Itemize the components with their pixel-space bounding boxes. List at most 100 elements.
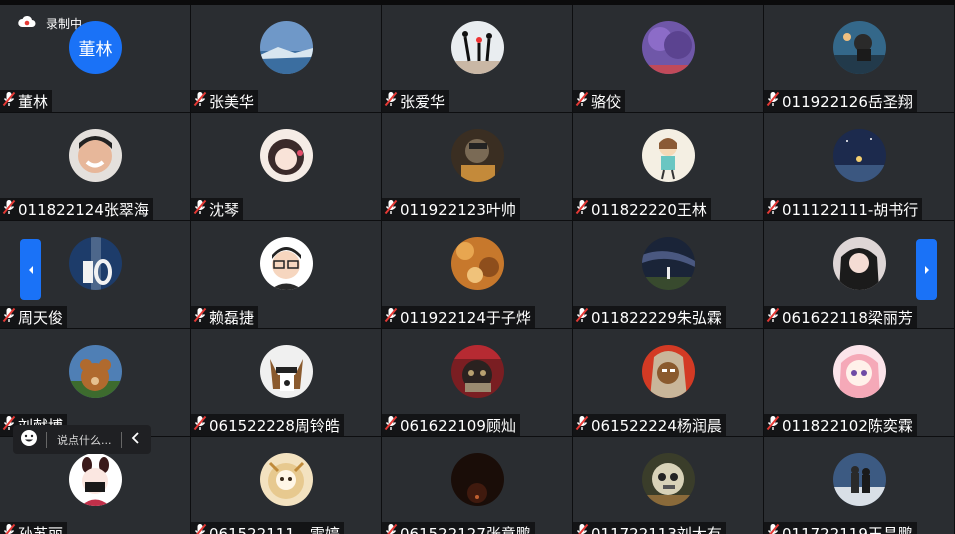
meeting-stage: 董林 董林 张美华 张爱华 骆佼 011922126岳圣翔 011822124张翠海 沈琴 01…: [0, 0, 955, 534]
mic-muted-icon: [384, 307, 400, 327]
participant-tile[interactable]: 011922124于子烨: [382, 221, 572, 328]
chevron-left-icon: [28, 265, 33, 274]
avatar-text: 董林: [78, 40, 113, 60]
participant-tile[interactable]: 刘献博: [0, 329, 190, 436]
avatar: [260, 237, 313, 290]
mic-muted-icon: [193, 307, 209, 327]
participant-name-tag: 赖磊捷: [191, 306, 259, 328]
avatar: [451, 453, 504, 506]
avatar: [642, 129, 695, 182]
chevron-left-icon[interactable]: [122, 430, 144, 450]
mic-muted-icon: [766, 91, 782, 111]
participant-name-tag: 011722113刘大有: [573, 522, 726, 534]
participant-name-tag: 张爱华: [382, 90, 450, 112]
avatar: [642, 237, 695, 290]
participant-name: 011922123叶帅: [400, 200, 516, 219]
participant-name: 董林: [18, 92, 49, 111]
participant-name: 孙苏丽: [18, 524, 64, 534]
participant-name-tag: 061522228周铃皓: [191, 414, 344, 436]
participant-tile[interactable]: 011822102陈奕霖: [764, 329, 954, 436]
chevron-right-icon: [924, 265, 929, 274]
participant-name-tag: 061522127张意鹏: [382, 522, 535, 534]
participant-tile[interactable]: 赖磊捷: [191, 221, 381, 328]
participant-name: 061522111—雷婷: [209, 524, 340, 534]
mic-muted-icon: [575, 523, 591, 534]
participant-name: 赖磊捷: [209, 308, 255, 327]
participant-tile[interactable]: 011822220王林: [573, 113, 763, 220]
participant-name-tag: 董林: [0, 90, 53, 112]
participant-name: 011722113刘大有: [591, 524, 722, 534]
participant-tile[interactable]: 061522111—雷婷: [191, 437, 381, 534]
participant-tile[interactable]: 骆佼: [573, 5, 763, 112]
participant-name-tag: 011922124于子烨: [382, 306, 535, 328]
participant-name: 011922126岳圣翔: [782, 92, 913, 111]
participant-name: 011822124张翠海: [18, 200, 149, 219]
avatar: [642, 453, 695, 506]
participant-tile[interactable]: 011722119王昌鹏: [764, 437, 954, 534]
participant-name: 011122111-胡书行: [782, 200, 919, 219]
participant-name: 张美华: [209, 92, 255, 111]
participant-tile[interactable]: 沈琴: [191, 113, 381, 220]
participant-tile[interactable]: 011722113刘大有: [573, 437, 763, 534]
participant-tile[interactable]: 011822229朱弘霖: [573, 221, 763, 328]
participant-tile[interactable]: 011822124张翠海: [0, 113, 190, 220]
avatar: [69, 345, 122, 398]
avatar: [260, 345, 313, 398]
mic-muted-icon: [384, 523, 400, 534]
mic-muted-icon: [193, 199, 209, 219]
participant-name: 张爱华: [400, 92, 446, 111]
mic-muted-icon: [2, 523, 18, 534]
participant-name: 011922124于子烨: [400, 308, 531, 327]
avatar: [833, 453, 886, 506]
avatar: [451, 237, 504, 290]
emoji-icon[interactable]: [13, 429, 46, 451]
participant-name-tag: 011822229朱弘霖: [573, 306, 726, 328]
mic-muted-icon: [2, 199, 18, 219]
recording-indicator: 录制中: [18, 14, 82, 33]
next-page-button[interactable]: [916, 239, 937, 300]
participant-tile[interactable]: 061522127张意鹏: [382, 437, 572, 534]
participant-tile[interactable]: 061522228周铃皓: [191, 329, 381, 436]
avatar: [260, 453, 313, 506]
participant-name: 011822229朱弘霖: [591, 308, 722, 327]
participant-name: 061622109顾灿: [400, 416, 516, 435]
mic-muted-icon: [575, 415, 591, 435]
participant-tile[interactable]: 011922123叶帅: [382, 113, 572, 220]
participant-name: 011822102陈奕霖: [782, 416, 913, 435]
mic-muted-icon: [766, 307, 782, 327]
participant-name: 061522127张意鹏: [400, 524, 531, 534]
participant-tile[interactable]: 张美华: [191, 5, 381, 112]
participant-tile[interactable]: 061522224杨润晨: [573, 329, 763, 436]
participant-name-tag: 011822124张翠海: [0, 198, 153, 220]
mic-muted-icon: [575, 307, 591, 327]
participant-tile[interactable]: 张爱华: [382, 5, 572, 112]
mic-muted-icon: [575, 91, 591, 111]
chat-input[interactable]: 说点什么...: [57, 432, 121, 448]
chat-divider: [46, 431, 47, 448]
participant-name: 011722119王昌鹏: [782, 524, 913, 534]
participant-name-tag: 孙苏丽: [0, 522, 68, 534]
participant-name: 061522224杨润晨: [591, 416, 722, 435]
participant-name-tag: 011922123叶帅: [382, 198, 520, 220]
avatar: [451, 345, 504, 398]
avatar: [642, 345, 695, 398]
mic-muted-icon: [766, 199, 782, 219]
avatar: [833, 345, 886, 398]
participant-tile[interactable]: 011922126岳圣翔: [764, 5, 954, 112]
avatar: [833, 21, 886, 74]
cloud-record-icon: [18, 14, 36, 33]
participant-tile[interactable]: 061622109顾灿: [382, 329, 572, 436]
avatar: [642, 21, 695, 74]
chat-bar: 说点什么...: [13, 425, 151, 454]
participant-tile[interactable]: 011122111-胡书行: [764, 113, 954, 220]
participant-name: 061522228周铃皓: [209, 416, 340, 435]
participant-name-tag: 周天俊: [0, 306, 68, 328]
avatar: [260, 21, 313, 74]
participant-name-tag: 011922126岳圣翔: [764, 90, 917, 112]
participant-name: 011822220王林: [591, 200, 707, 219]
participant-name-tag: 061522111—雷婷: [191, 522, 344, 534]
mic-muted-icon: [766, 415, 782, 435]
prev-page-button[interactable]: [20, 239, 41, 300]
avatar: [451, 21, 504, 74]
participant-grid: 董林 董林 张美华 张爱华 骆佼 011922126岳圣翔 011822124张翠海 沈琴 01…: [0, 5, 955, 534]
